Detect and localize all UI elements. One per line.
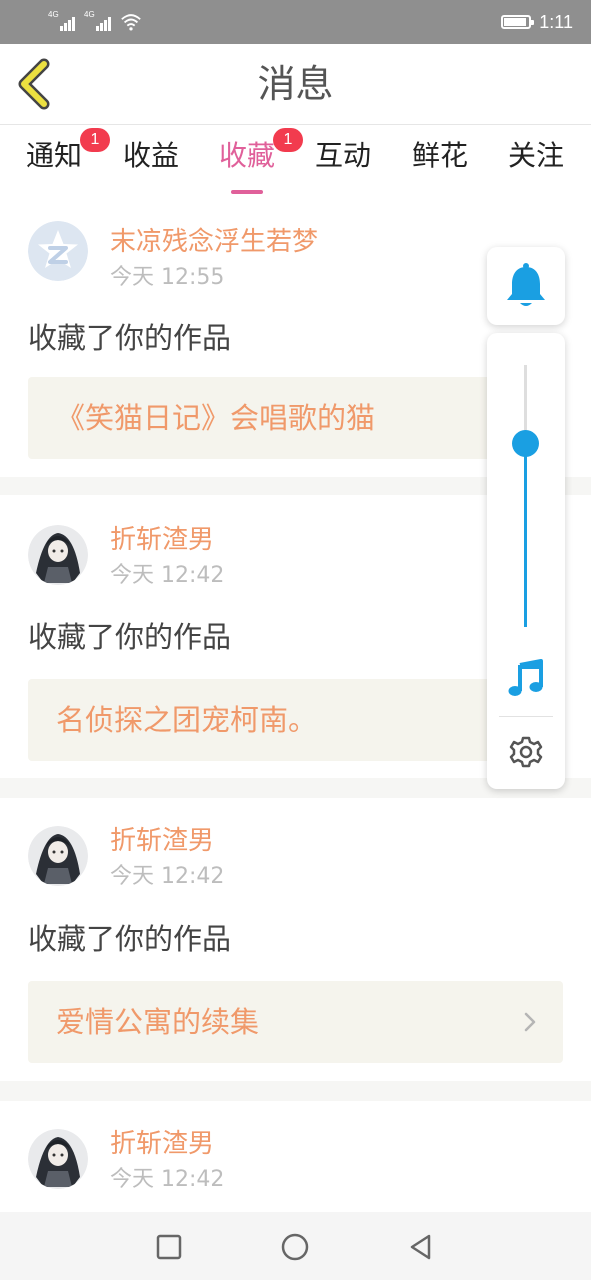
- user-name[interactable]: 折斩渣男: [110, 523, 214, 557]
- signal-strength-icon: 4G: [48, 11, 78, 33]
- page-title: 消息: [257, 62, 334, 106]
- recent-apps-button[interactable]: [154, 1232, 184, 1262]
- tab-favorites[interactable]: 收藏 1: [199, 128, 303, 194]
- work-title: 爱情公寓的续集: [56, 1005, 260, 1039]
- tab-label: 互动: [314, 139, 371, 172]
- user-name[interactable]: 折斩渣男: [110, 1127, 214, 1161]
- message-card: 折斩渣男 今天 12:42: [0, 1101, 591, 1212]
- message-time: 今天 12:42: [110, 1167, 225, 1192]
- message-action-text: 收藏了你的作品: [28, 321, 232, 355]
- status-bar: 4G 4G 1:11: [0, 0, 591, 44]
- volume-slider-handle[interactable]: [512, 430, 539, 458]
- work-link[interactable]: 名侦探之团宠柯南。: [28, 679, 563, 761]
- wifi-icon: [121, 14, 141, 31]
- title-bar: 消息: [0, 44, 591, 125]
- network-type-label: 4G: [48, 10, 59, 19]
- tab-notifications[interactable]: 通知 1: [6, 128, 110, 191]
- default-avatar-icon: [28, 221, 88, 281]
- avatar[interactable]: [28, 826, 88, 886]
- work-link[interactable]: 爱情公寓的续集: [28, 981, 563, 1063]
- volume-panel: [487, 333, 565, 789]
- anime-avatar-icon: [28, 1129, 88, 1189]
- message-action-text: 收藏了你的作品: [28, 620, 232, 654]
- status-icons-left: 4G 4G: [48, 10, 142, 34]
- music-note-icon[interactable]: [505, 657, 547, 699]
- tab-label: 收益: [122, 139, 179, 172]
- tab-label: 鲜花: [411, 139, 468, 172]
- work-title: 名侦探之团宠柯南。: [56, 703, 318, 737]
- message-time: 今天 12:55: [110, 265, 225, 290]
- tab-label: 关注: [507, 139, 564, 172]
- tab-following[interactable]: 关注: [488, 135, 584, 191]
- battery-icon: [501, 15, 535, 29]
- tab-flowers[interactable]: 鲜花: [392, 135, 488, 191]
- panel-divider: [499, 716, 553, 717]
- battery-level-fill: [504, 18, 526, 26]
- bell-icon: [507, 263, 545, 306]
- volume-slider-track[interactable]: [524, 365, 527, 627]
- tab-earnings[interactable]: 收益: [103, 135, 199, 191]
- avatar[interactable]: [28, 221, 88, 281]
- work-link[interactable]: 《笑猫日记》会唱歌的猫: [28, 377, 563, 459]
- active-tab-indicator: [231, 190, 263, 194]
- signal-strength-icon: 4G: [84, 11, 114, 33]
- work-title: 《笑猫日记》会唱歌的猫: [56, 401, 376, 435]
- anime-avatar-icon: [28, 525, 88, 585]
- status-icons-right: 1:11: [501, 10, 573, 34]
- user-name[interactable]: 折斩渣男: [110, 824, 214, 858]
- user-name[interactable]: 末凉残念浮生若梦: [110, 225, 318, 259]
- volume-slider-fill: [524, 443, 527, 627]
- gear-icon[interactable]: [508, 734, 544, 770]
- navigation-bar: [0, 1212, 591, 1280]
- message-time: 今天 12:42: [110, 864, 225, 889]
- back-nav-button[interactable]: [406, 1232, 436, 1262]
- tab-bar: 通知 1 收益 收藏 1 互动 鲜花 关注: [0, 125, 591, 195]
- avatar[interactable]: [28, 1129, 88, 1189]
- message-card: 折斩渣男 今天 12:42 收藏了你的作品 爱情公寓的续集: [0, 798, 591, 1081]
- chevron-right-icon: [524, 1012, 536, 1032]
- notification-bell-button[interactable]: [487, 247, 565, 325]
- tab-interactions[interactable]: 互动: [295, 135, 391, 191]
- status-time: 1:11: [539, 11, 573, 32]
- anime-avatar-icon: [28, 826, 88, 886]
- avatar[interactable]: [28, 525, 88, 585]
- network-type-label: 4G: [84, 10, 95, 19]
- home-button[interactable]: [280, 1232, 310, 1262]
- message-action-text: 收藏了你的作品: [28, 922, 232, 956]
- message-time: 今天 12:42: [110, 563, 225, 588]
